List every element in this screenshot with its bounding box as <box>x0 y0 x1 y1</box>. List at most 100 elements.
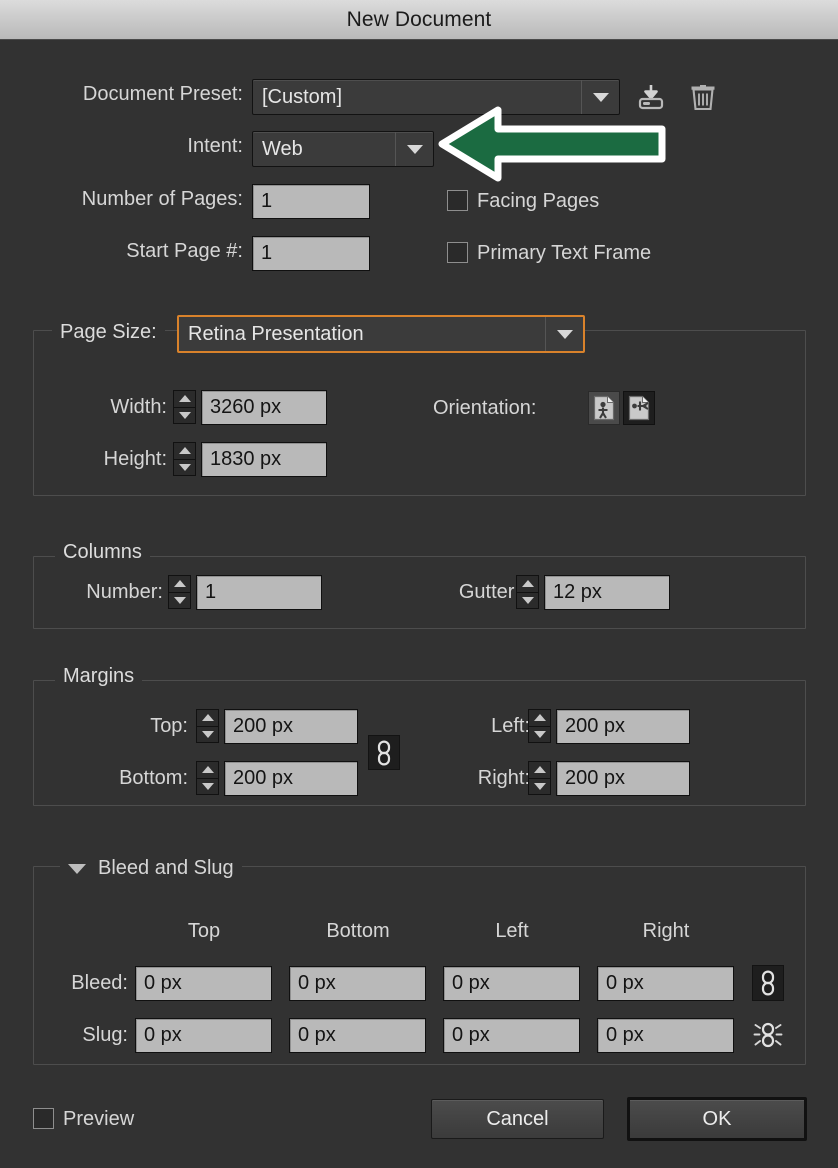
bleed-slug-group-title: Bleed and Slug <box>98 857 234 879</box>
columns-number-stepper-up[interactable] <box>169 576 190 593</box>
start-page-input[interactable]: 1 <box>252 236 370 271</box>
page-size-dropdown[interactable]: Retina Presentation <box>177 315 585 353</box>
margin-right-stepper-up[interactable] <box>529 762 550 779</box>
margin-top-input[interactable]: 200 px <box>224 709 358 744</box>
document-preset-value: [Custom] <box>262 85 343 108</box>
height-stepper-down[interactable] <box>174 460 195 476</box>
height-stepper[interactable] <box>173 442 196 476</box>
slug-right-input[interactable]: 0 px <box>597 1018 734 1053</box>
chevron-down-icon <box>581 80 619 114</box>
margin-right-label: Right: <box>477 767 530 789</box>
intent-value: Web <box>262 137 303 160</box>
columns-number-label: Number: <box>86 581 163 603</box>
bleed-label: Bleed: <box>71 972 128 994</box>
ok-button[interactable]: OK <box>627 1097 807 1141</box>
intent-label-wrap: Intent: <box>33 135 243 158</box>
margin-left-stepper[interactable] <box>528 709 551 743</box>
intent-dropdown[interactable]: Web <box>252 131 434 167</box>
facing-pages-label-wrap: Facing Pages <box>477 189 599 213</box>
facing-pages-label: Facing Pages <box>477 189 600 212</box>
number-of-pages-label: Number of Pages: <box>81 188 243 210</box>
number-of-pages-label-wrap: Number of Pages: <box>33 188 243 211</box>
margin-left-input[interactable]: 200 px <box>556 709 690 744</box>
dialog-title: New Document <box>346 7 492 31</box>
orientation-label-wrap: Orientation: <box>433 396 536 420</box>
margin-bottom-input[interactable]: 200 px <box>224 761 358 796</box>
intent-label: Intent: <box>187 135 243 157</box>
margin-top-stepper[interactable] <box>196 709 219 743</box>
save-preset-icon[interactable] <box>634 80 668 114</box>
margin-bottom-label: Bottom: <box>119 767 188 789</box>
landscape-orientation-icon[interactable] <box>623 391 655 425</box>
bleed-slug-header[interactable]: Bleed and Slug <box>60 857 242 880</box>
height-stepper-up[interactable] <box>174 443 195 460</box>
chain-link-icon[interactable] <box>368 735 400 770</box>
margin-left-stepper-down[interactable] <box>529 727 550 743</box>
columns-number-input[interactable]: 1 <box>196 575 322 610</box>
trash-icon[interactable] <box>687 80 719 114</box>
margin-top-label-wrap: Top: <box>33 715 188 738</box>
columns-number-label-wrap: Number: <box>33 581 163 604</box>
start-page-label-wrap: Start Page #: <box>33 240 243 263</box>
width-stepper-up[interactable] <box>174 391 195 408</box>
margin-bottom-stepper[interactable] <box>196 761 219 795</box>
margin-left-stepper-up[interactable] <box>529 710 550 727</box>
number-of-pages-input[interactable]: 1 <box>252 184 370 219</box>
primary-text-frame-checkbox[interactable] <box>447 242 468 263</box>
bleed-left-input[interactable]: 0 px <box>443 966 580 1001</box>
bleed-slug-header-top: Top <box>187 920 221 942</box>
gutter-input[interactable]: 12 px <box>544 575 670 610</box>
columns-group-title: Columns <box>55 541 150 564</box>
document-preset-label: Document Preset: <box>82 83 243 105</box>
bleed-right-input[interactable]: 0 px <box>597 966 734 1001</box>
slug-top-input[interactable]: 0 px <box>135 1018 272 1053</box>
gutter-stepper-down[interactable] <box>517 593 538 609</box>
slug-left-input[interactable]: 0 px <box>443 1018 580 1053</box>
height-input[interactable]: 1830 px <box>201 442 327 477</box>
bleed-slug-header-left: Left <box>495 920 529 942</box>
chevron-down-icon <box>395 132 433 166</box>
bleed-label-wrap: Bleed: <box>33 972 128 995</box>
portrait-orientation-icon[interactable] <box>588 391 620 425</box>
margin-top-stepper-down[interactable] <box>197 727 218 743</box>
margin-bottom-stepper-up[interactable] <box>197 762 218 779</box>
preview-label-wrap: Preview <box>63 1107 134 1131</box>
margin-top-stepper-up[interactable] <box>197 710 218 727</box>
bleed-slug-header-right: Right <box>642 920 690 942</box>
margin-right-stepper-down[interactable] <box>529 779 550 795</box>
slug-label-wrap: Slug: <box>33 1024 128 1047</box>
gutter-stepper[interactable] <box>516 575 539 609</box>
height-label-wrap: Height: <box>62 448 167 471</box>
new-document-dialog: New Document Document Preset: [Custom] I… <box>0 0 838 1168</box>
width-label: Width: <box>110 396 167 418</box>
slug-label: Slug: <box>82 1024 128 1046</box>
primary-text-frame-label-wrap: Primary Text Frame <box>477 241 651 265</box>
facing-pages-checkbox[interactable] <box>447 190 468 211</box>
slug-bottom-input[interactable]: 0 px <box>289 1018 426 1053</box>
columns-number-stepper[interactable] <box>168 575 191 609</box>
start-page-label: Start Page #: <box>126 240 243 262</box>
width-stepper[interactable] <box>173 390 196 424</box>
width-label-wrap: Width: <box>62 396 167 419</box>
margin-bottom-stepper-down[interactable] <box>197 779 218 795</box>
width-stepper-down[interactable] <box>174 408 195 424</box>
bleed-chain-link-icon[interactable] <box>752 965 784 1001</box>
cancel-button[interactable]: Cancel <box>431 1099 604 1139</box>
bleed-top-input[interactable]: 0 px <box>135 966 272 1001</box>
dialog-titlebar: New Document <box>0 0 838 40</box>
bleed-bottom-input[interactable]: 0 px <box>289 966 426 1001</box>
gutter-label: Gutter: <box>458 581 520 603</box>
width-input[interactable]: 3260 px <box>201 390 327 425</box>
margin-right-input[interactable]: 200 px <box>556 761 690 796</box>
chevron-down-icon <box>545 317 583 351</box>
gutter-label-wrap: Gutter: <box>390 581 520 604</box>
orientation-label: Orientation: <box>433 396 537 419</box>
columns-number-stepper-down[interactable] <box>169 593 190 609</box>
gutter-stepper-up[interactable] <box>517 576 538 593</box>
preview-checkbox[interactable] <box>33 1108 54 1129</box>
margins-group-title: Margins <box>55 665 143 688</box>
broken-chain-link-icon[interactable] <box>752 1017 784 1053</box>
margin-right-stepper[interactable] <box>528 761 551 795</box>
triangle-down-icon[interactable] <box>68 863 86 874</box>
document-preset-dropdown[interactable]: [Custom] <box>252 79 620 115</box>
